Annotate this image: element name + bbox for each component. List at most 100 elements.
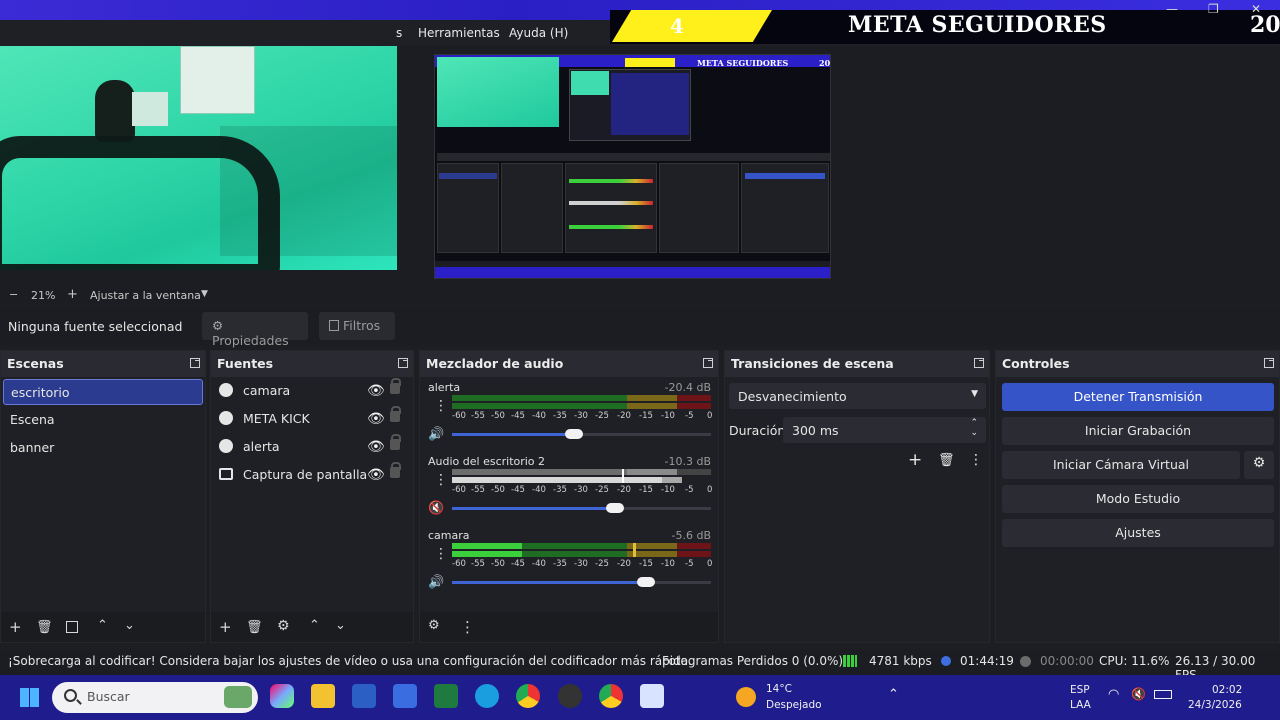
obs-icon[interactable] (558, 684, 582, 708)
battery-icon[interactable] (1154, 690, 1172, 699)
file-explorer-icon[interactable] (311, 684, 335, 708)
wifi-icon[interactable]: ◠ (1108, 687, 1119, 702)
transition-value: Desvanecimiento (738, 389, 847, 404)
scene-item[interactable]: escritorio (3, 379, 203, 405)
spin-down-icon[interactable]: ⌄ (970, 428, 978, 438)
add-icon[interactable]: + (9, 618, 22, 636)
volume-slider[interactable] (452, 577, 711, 587)
kebab-icon[interactable]: ⋮ (434, 473, 448, 487)
lock-icon[interactable] (390, 434, 401, 450)
calculator-icon[interactable] (393, 684, 417, 708)
globe-icon (219, 439, 233, 453)
close-icon[interactable]: ✕ (1251, 2, 1261, 16)
add-icon[interactable]: + (908, 450, 922, 470)
chrome-icon[interactable] (516, 684, 540, 708)
app-icon[interactable] (640, 684, 664, 708)
eye-icon[interactable]: 👁 (367, 383, 385, 399)
source-item[interactable]: alerta 👁 (217, 434, 407, 461)
menu-item-partial[interactable]: s (396, 26, 402, 40)
lock-icon[interactable] (390, 462, 401, 478)
volume-slider[interactable] (452, 503, 711, 513)
source-item[interactable]: Captura de pantalla 👁 (217, 462, 407, 489)
copilot-icon[interactable] (270, 684, 294, 708)
stop-stream-button[interactable]: Detener Transmisión (1002, 383, 1274, 411)
menu-item-help[interactable]: Ayuda (H) (509, 26, 568, 40)
kebab-icon[interactable]: ⋮ (434, 547, 448, 561)
restore-icon[interactable]: ❐ (1208, 2, 1219, 16)
mixer-channel: Audio del escritorio 2 -10.3 dB ⋮ -60 -55… (428, 455, 713, 516)
filters-button[interactable]: Filtros (319, 312, 395, 340)
move-down-icon[interactable]: ⌄ (335, 618, 346, 633)
wall-photo (132, 92, 168, 126)
nested-meter-3 (569, 225, 653, 229)
kebab-icon[interactable]: ⋮ (460, 618, 475, 636)
undock-icon[interactable] (1264, 358, 1274, 368)
studio-mode-button[interactable]: Modo Estudio (1002, 485, 1274, 513)
zoom-in-button[interactable]: + (67, 287, 78, 302)
properties-button[interactable]: ⚙ Propiedades (202, 312, 308, 348)
virtual-camera-button[interactable]: Iniciar Cámara Virtual (1002, 451, 1240, 479)
speaker-icon[interactable]: 🔊 (428, 427, 444, 442)
language-code[interactable]: ESP (1070, 684, 1090, 696)
lock-icon[interactable] (390, 378, 401, 394)
eye-icon[interactable]: 👁 (367, 411, 385, 427)
audio-mixer-dock: Mezclador de audio alerta -20.4 dB ⋮ -60… (419, 350, 719, 643)
virtual-camera-settings-gear-icon[interactable]: ⚙ (1244, 451, 1274, 479)
excel-icon[interactable] (434, 684, 458, 708)
kebab-icon[interactable]: ⋮ (434, 399, 448, 413)
undock-icon[interactable] (974, 358, 984, 368)
undock-icon[interactable] (190, 358, 200, 368)
muted-speaker-icon[interactable]: 🔇 (428, 501, 444, 516)
eye-icon[interactable]: 👁 (367, 439, 385, 455)
lock-icon[interactable] (390, 406, 401, 422)
volume-muted-icon[interactable]: 🔇 (1131, 687, 1146, 701)
source-item[interactable]: camara 👁 (217, 378, 407, 405)
transition-select[interactable]: Desvanecimiento ▼ (729, 383, 986, 409)
settings-button[interactable]: Ajustes (1002, 519, 1274, 547)
transitions-header: Transiciones de escena (725, 351, 989, 377)
move-down-icon[interactable]: ⌄ (124, 618, 135, 633)
edge-icon[interactable] (475, 684, 499, 708)
dropped-frames: Fotogramas Perdidos 0 (0.0%) (662, 654, 844, 668)
volume-slider[interactable] (452, 429, 711, 439)
chrome-profile-icon[interactable] (599, 684, 623, 708)
filters-icon[interactable] (66, 621, 78, 633)
start-recording-button[interactable]: Iniciar Grabación (1002, 417, 1274, 445)
controls-dock: Controles Detener Transmisión Iniciar Gr… (995, 350, 1280, 643)
zoom-out-button[interactable]: − (9, 288, 18, 301)
undock-icon[interactable] (703, 358, 713, 368)
start-icon[interactable] (20, 688, 39, 707)
scene-item[interactable]: Escena (3, 407, 203, 433)
clock-date[interactable]: 24/3/2026 (1188, 699, 1242, 711)
source-item[interactable]: META KICK 👁 (217, 406, 407, 433)
trash-icon[interactable]: 🗑 (246, 620, 263, 635)
keyboard-layout[interactable]: LAA (1070, 699, 1091, 711)
volume-meter (452, 543, 711, 557)
add-icon[interactable]: + (219, 618, 232, 636)
nested-meter-2 (569, 201, 653, 205)
speaker-icon[interactable]: 🔊 (428, 575, 444, 590)
spin-up-icon[interactable]: ⌃ (970, 418, 978, 428)
trash-icon[interactable]: 🗑 (938, 453, 955, 468)
scene-item[interactable]: banner (3, 435, 203, 461)
duration-spinbox[interactable]: 300 ms ⌃ ⌄ (783, 417, 986, 443)
tray-chevron-up-icon[interactable]: ⌃ (888, 687, 899, 702)
advanced-audio-icon[interactable]: ⚙ (428, 618, 440, 633)
clock-time[interactable]: 02:02 (1212, 684, 1242, 696)
scenes-dock: Escenas escritorio Escena banner + 🗑 ⌃ ⌄ (0, 350, 206, 643)
word-icon[interactable] (352, 684, 376, 708)
move-up-icon[interactable]: ⌃ (309, 618, 320, 633)
gear-icon[interactable]: ⚙ (277, 618, 290, 634)
minimize-icon[interactable]: — (1166, 2, 1178, 16)
undock-icon[interactable] (398, 358, 408, 368)
menu-item-tools[interactable]: Herramientas (418, 26, 500, 40)
live-time: 01:44:19 (960, 654, 1014, 668)
trash-icon[interactable]: 🗑 (36, 620, 53, 635)
kebab-icon[interactable]: ⋮ (969, 452, 983, 468)
chevron-down-icon[interactable]: ▼ (201, 289, 208, 299)
channel-name: alerta (428, 381, 461, 394)
fit-to-window[interactable]: Ajustar a la ventana (90, 289, 201, 302)
move-up-icon[interactable]: ⌃ (97, 618, 108, 633)
eye-icon[interactable]: 👁 (367, 467, 385, 483)
taskbar-search[interactable]: Buscar (52, 682, 258, 713)
